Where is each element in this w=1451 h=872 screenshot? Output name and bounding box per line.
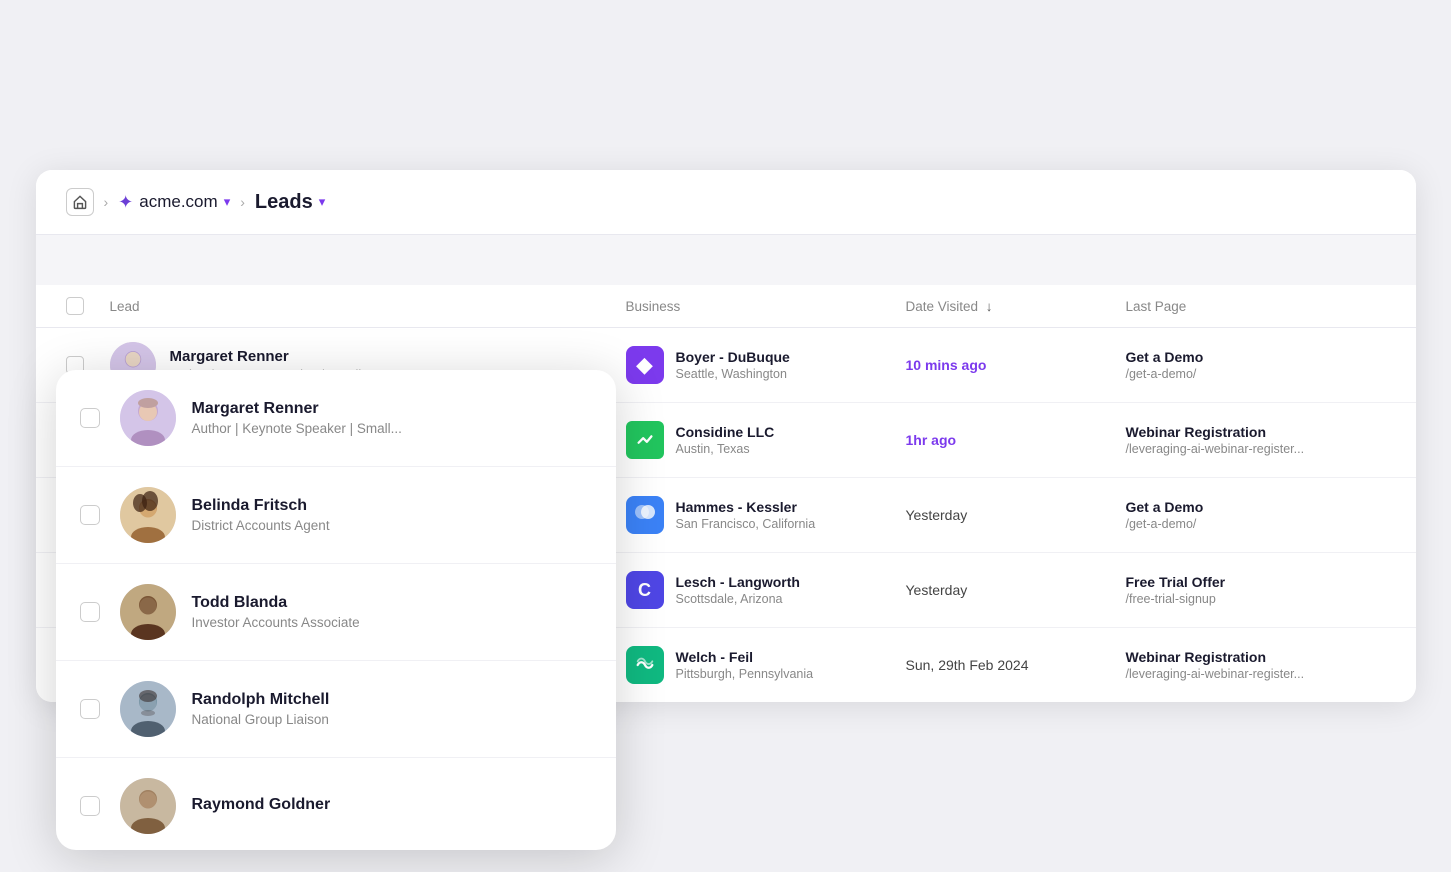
overlay-title-2: District Accounts Agent	[192, 518, 330, 533]
overlay-title-1: Author | Keynote Speaker | Small...	[192, 421, 402, 436]
overlay-checkbox-3[interactable]	[80, 602, 100, 622]
biz-location-1: Seattle, Washington	[676, 367, 790, 381]
biz-location-3: San Francisco, California	[676, 517, 816, 531]
section-label: Leads	[255, 191, 313, 214]
col-business: Business	[626, 299, 906, 314]
overlay-name-5: Raymond Goldner	[192, 796, 331, 814]
date-cell-2: 1hr ago	[906, 432, 1126, 448]
overlay-avatar-3	[120, 584, 176, 640]
page-url-3: /get-a-demo/	[1126, 517, 1386, 531]
overlay-title-4: National Group Liaison	[192, 712, 330, 727]
biz-name-1: Boyer - DuBuque	[676, 349, 790, 365]
breadcrumb-workspace[interactable]: ✦ acme.com ▾	[118, 192, 230, 213]
biz-name-2: Considine LLC	[676, 424, 775, 440]
spark-icon: ✦	[118, 192, 133, 213]
biz-logo-4: C	[626, 571, 664, 609]
overlay-name-1: Margaret Renner	[192, 400, 402, 418]
overlay-row-1[interactable]: Margaret Renner Author | Keynote Speaker…	[56, 370, 616, 467]
overlay-name-4: Randolph Mitchell	[192, 691, 330, 709]
breadcrumb-bar: › ✦ acme.com ▾ › Leads ▾	[36, 170, 1416, 235]
section-chevron: ▾	[319, 194, 326, 210]
workspace-chevron: ▾	[224, 194, 231, 210]
biz-location-4: Scottsdale, Arizona	[676, 592, 800, 606]
col-lead: Lead	[110, 299, 626, 314]
business-cell-3: Hammes - Kessler San Francisco, Californ…	[626, 496, 906, 534]
page-cell-5: Webinar Registration /leveraging-ai-webi…	[1126, 649, 1386, 681]
overlay-row-2[interactable]: Belinda Fritsch District Accounts Agent	[56, 467, 616, 564]
page-url-1: /get-a-demo/	[1126, 367, 1386, 381]
sort-icon: ↓	[986, 299, 993, 314]
page-cell-1: Get a Demo /get-a-demo/	[1126, 349, 1386, 381]
overlay-avatar-4	[120, 681, 176, 737]
page-title-4: Free Trial Offer	[1126, 574, 1386, 590]
breadcrumb-sep-2: ›	[240, 194, 245, 210]
biz-logo-3	[626, 496, 664, 534]
biz-location-2: Austin, Texas	[676, 442, 775, 456]
business-cell-1: ◆ Boyer - DuBuque Seattle, Washington	[626, 346, 906, 384]
overlay-checkbox-5[interactable]	[80, 796, 100, 816]
page-url-2: /leveraging-ai-webinar-register...	[1126, 442, 1386, 456]
sub-bar	[36, 235, 1416, 285]
biz-name-4: Lesch - Langworth	[676, 574, 800, 590]
page-title-2: Webinar Registration	[1126, 424, 1386, 440]
date-cell-3: Yesterday	[906, 507, 1126, 523]
date-cell-5: Sun, 29th Feb 2024	[906, 657, 1126, 673]
biz-logo-1: ◆	[626, 346, 664, 384]
overlay-row-5[interactable]: Raymond Goldner	[56, 758, 616, 850]
biz-name-3: Hammes - Kessler	[676, 499, 816, 515]
business-cell-4: C Lesch - Langworth Scottsdale, Arizona	[626, 571, 906, 609]
overlay-avatar-1	[120, 390, 176, 446]
date-cell-1: 10 mins ago	[906, 357, 1126, 373]
business-cell-5: Welch - Feil Pittsburgh, Pennsylvania	[626, 646, 906, 684]
overlay-checkbox-1[interactable]	[80, 408, 100, 428]
page-title-3: Get a Demo	[1126, 499, 1386, 515]
biz-name-5: Welch - Feil	[676, 649, 814, 665]
page-title-5: Webinar Registration	[1126, 649, 1386, 665]
overlay-avatar-5	[120, 778, 176, 834]
workspace-label: acme.com	[139, 192, 217, 212]
overlay-row-4[interactable]: Randolph Mitchell National Group Liaison	[56, 661, 616, 758]
breadcrumb-sep-1: ›	[104, 194, 109, 210]
outer-wrapper: › ✦ acme.com ▾ › Leads ▾ Lead Business D…	[36, 170, 1416, 702]
biz-logo-5	[626, 646, 664, 684]
breadcrumb-section[interactable]: Leads ▾	[255, 191, 325, 214]
date-cell-4: Yesterday	[906, 582, 1126, 598]
overlay-name-3: Todd Blanda	[192, 594, 360, 612]
col-date-visited[interactable]: Date Visited ↓	[906, 299, 1126, 314]
table-header: Lead Business Date Visited ↓ Last Page	[36, 285, 1416, 328]
page-cell-2: Webinar Registration /leveraging-ai-webi…	[1126, 424, 1386, 456]
overlay-row-3[interactable]: Todd Blanda Investor Accounts Associate	[56, 564, 616, 661]
overlay-title-3: Investor Accounts Associate	[192, 615, 360, 630]
home-button[interactable]	[66, 188, 94, 216]
page-url-5: /leveraging-ai-webinar-register...	[1126, 667, 1386, 681]
overlay-card: Margaret Renner Author | Keynote Speaker…	[56, 370, 616, 850]
page-title-1: Get a Demo	[1126, 349, 1386, 365]
biz-location-5: Pittsburgh, Pennsylvania	[676, 667, 814, 681]
overlay-avatar-2	[120, 487, 176, 543]
page-cell-4: Free Trial Offer /free-trial-signup	[1126, 574, 1386, 606]
business-cell-2: Considine LLC Austin, Texas	[626, 421, 906, 459]
overlay-checkbox-2[interactable]	[80, 505, 100, 525]
page-cell-3: Get a Demo /get-a-demo/	[1126, 499, 1386, 531]
page-url-4: /free-trial-signup	[1126, 592, 1386, 606]
overlay-name-2: Belinda Fritsch	[192, 497, 330, 515]
lead-name-1: Margaret Renner	[170, 348, 373, 365]
col-last-page: Last Page	[1126, 299, 1386, 314]
biz-logo-2	[626, 421, 664, 459]
select-all-checkbox[interactable]	[66, 297, 84, 315]
overlay-checkbox-4[interactable]	[80, 699, 100, 719]
